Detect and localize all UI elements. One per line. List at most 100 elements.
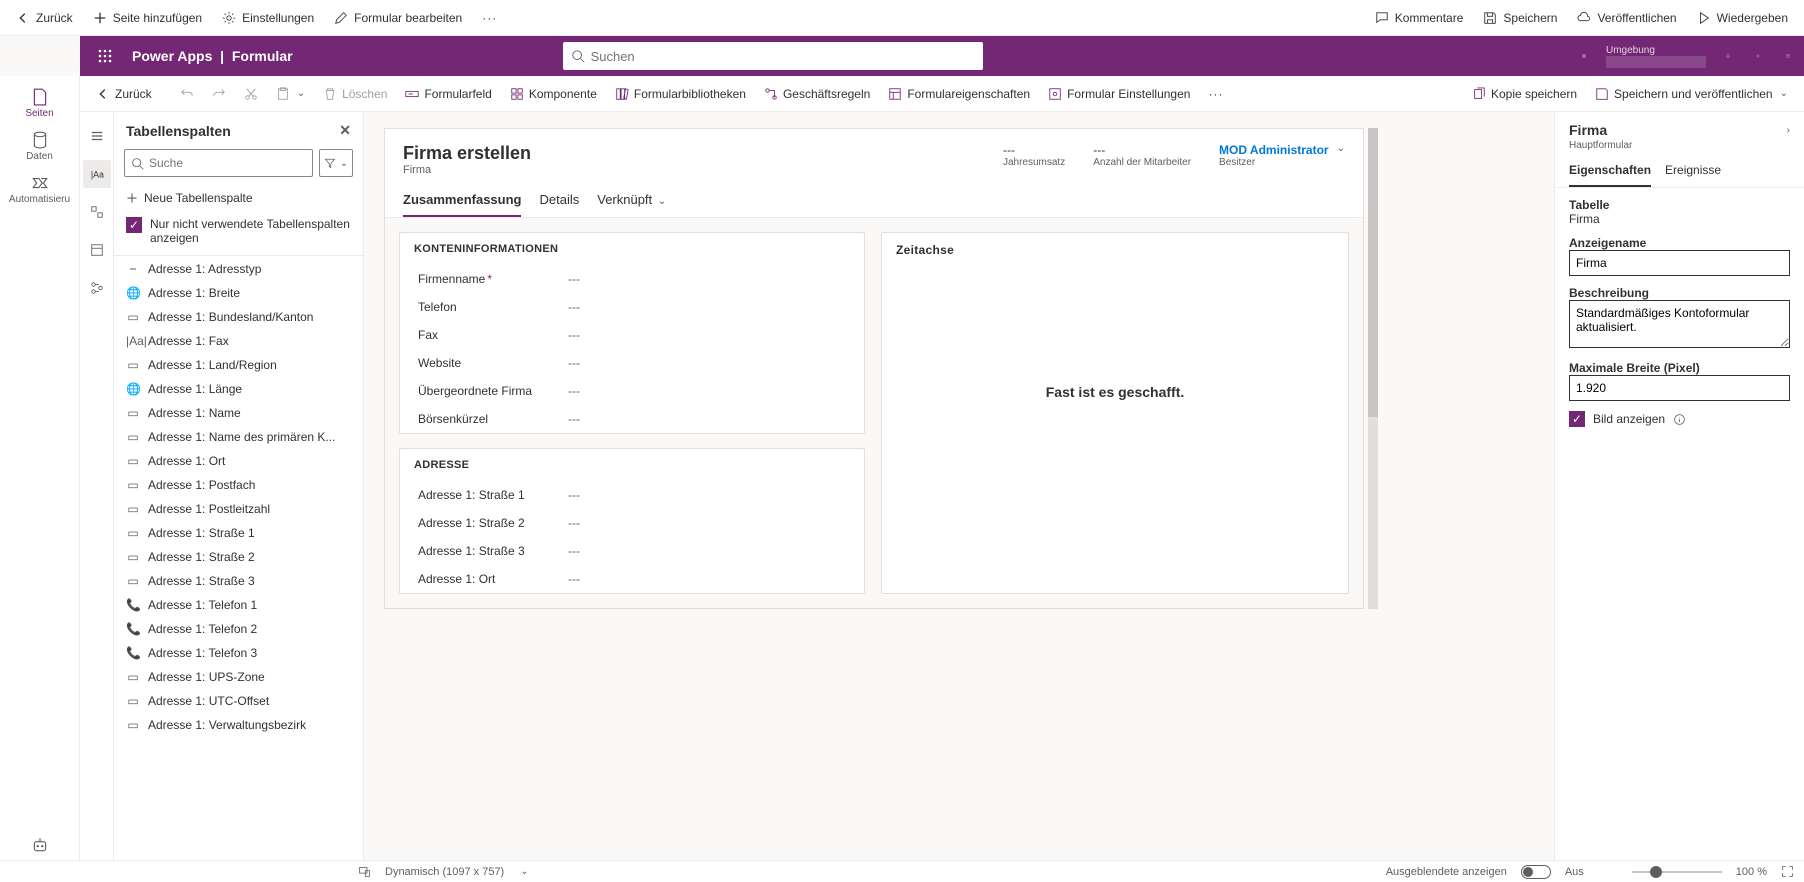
- form-field-row[interactable]: Börsenkürzel---: [400, 405, 864, 433]
- publish-button[interactable]: Veröffentlichen: [1569, 7, 1684, 29]
- hidden-toggle[interactable]: [1521, 865, 1551, 879]
- column-item[interactable]: 🌐Adresse 1: Länge: [114, 377, 363, 401]
- cmd-form-field[interactable]: Formularfeld: [397, 83, 499, 105]
- column-item[interactable]: |Aa|Adresse 1: Fax: [114, 329, 363, 353]
- column-item[interactable]: ▭Adresse 1: UPS-Zone: [114, 665, 363, 689]
- props-tab-events[interactable]: Ereignisse: [1665, 157, 1721, 187]
- tab-details[interactable]: Details: [539, 186, 579, 217]
- save-button[interactable]: Speichern: [1475, 7, 1565, 29]
- column-item[interactable]: 📞Adresse 1: Telefon 3: [114, 641, 363, 665]
- cmd-more[interactable]: ···: [1200, 83, 1231, 105]
- add-page-button[interactable]: Seite hinzufügen: [85, 7, 210, 29]
- column-item[interactable]: ▭Adresse 1: Postleitzahl: [114, 497, 363, 521]
- gear-icon[interactable]: [1750, 48, 1766, 64]
- column-item[interactable]: 📞Adresse 1: Telefon 1: [114, 593, 363, 617]
- column-item[interactable]: 🌐Adresse 1: Breite: [114, 281, 363, 305]
- prop-displayname-input[interactable]: [1569, 250, 1790, 276]
- form-field-row[interactable]: Adresse 1: Ort---: [400, 565, 864, 593]
- responsive-icon[interactable]: [358, 865, 371, 878]
- edit-form-button[interactable]: Formular bearbeiten: [326, 7, 470, 29]
- form-field-row[interactable]: Adresse 1: Straße 3---: [400, 537, 864, 565]
- column-type-icon: ▭: [126, 502, 140, 516]
- close-icon[interactable]: ✕: [339, 122, 351, 139]
- rail-automate[interactable]: Automatisieru: [4, 168, 76, 211]
- zoom-slider[interactable]: [1632, 871, 1722, 873]
- prop-maxwidth-input[interactable]: [1569, 375, 1790, 401]
- tool-components[interactable]: [83, 198, 111, 226]
- column-item[interactable]: ▭Adresse 1: Verwaltungsbezirk: [114, 713, 363, 737]
- header-field-employees[interactable]: --- Anzahl der Mitarbeiter: [1093, 143, 1191, 168]
- settings-button[interactable]: Einstellungen: [214, 7, 322, 29]
- column-item[interactable]: ▭Adresse 1: Bundesland/Kanton: [114, 305, 363, 329]
- canvas-scrollbar[interactable]: [1368, 128, 1378, 609]
- prop-description-input[interactable]: [1569, 300, 1790, 348]
- cmd-form-settings[interactable]: Formular Einstellungen: [1040, 83, 1198, 105]
- column-item[interactable]: ▭Adresse 1: Straße 3: [114, 569, 363, 593]
- header-field-revenue[interactable]: --- Jahresumsatz: [1003, 143, 1065, 168]
- column-label: Adresse 1: Ort: [148, 454, 225, 468]
- form-field-row[interactable]: Übergeordnete Firma---: [400, 377, 864, 405]
- search-box[interactable]: [563, 42, 983, 70]
- form-canvas[interactable]: Firma erstellen Firma --- Jahresumsatz -…: [364, 112, 1554, 860]
- back-button[interactable]: Zurück: [8, 7, 81, 29]
- column-search-input[interactable]: [149, 156, 306, 170]
- rail-data[interactable]: Daten: [4, 125, 76, 168]
- play-button[interactable]: Wiedergeben: [1689, 7, 1796, 29]
- comments-button[interactable]: Kommentare: [1367, 7, 1472, 29]
- new-column-button[interactable]: Neue Tabellenspalte: [114, 185, 363, 211]
- tab-related[interactable]: Verknüpft ⌄: [597, 186, 666, 217]
- form-field-row[interactable]: Fax---: [400, 321, 864, 349]
- filter-button[interactable]: ⌄: [319, 149, 353, 177]
- chevron-right-icon[interactable]: ›: [1787, 125, 1790, 136]
- fit-icon[interactable]: [1781, 865, 1794, 878]
- column-list[interactable]: ⎯Adresse 1: Adresstyp🌐Adresse 1: Breite▭…: [114, 255, 363, 860]
- form-field-row[interactable]: Website---: [400, 349, 864, 377]
- rail-bot[interactable]: [4, 830, 76, 860]
- form-field-row[interactable]: Telefon---: [400, 293, 864, 321]
- tool-tree[interactable]: [83, 236, 111, 264]
- column-item[interactable]: ▭Adresse 1: Straße 1: [114, 521, 363, 545]
- tab-summary[interactable]: Zusammenfassung: [403, 186, 521, 217]
- column-item[interactable]: 📞Adresse 1: Telefon 2: [114, 617, 363, 641]
- section-account-info[interactable]: KONTENINFORMATIONEN Firmenname*---Telefo…: [399, 232, 865, 434]
- app-launcher[interactable]: [88, 39, 122, 73]
- cmd-biz-rules[interactable]: Geschäftsregeln: [756, 83, 878, 105]
- section-address[interactable]: ADRESSE Adresse 1: Straße 1---Adresse 1:…: [399, 448, 865, 594]
- only-unused-checkbox[interactable]: ✓ Nur nicht verwendete Tabellenspalten a…: [114, 211, 363, 255]
- cmd-component[interactable]: Komponente: [502, 83, 605, 105]
- column-item[interactable]: ▭Adresse 1: Postfach: [114, 473, 363, 497]
- environment-picker[interactable]: Umgebung: [1606, 45, 1706, 68]
- form-field-row[interactable]: Adresse 1: Straße 2---: [400, 509, 864, 537]
- chevron-down-icon[interactable]: ⌄: [520, 866, 528, 877]
- chevron-down-icon[interactable]: ⌄: [1337, 143, 1345, 154]
- cmd-save-copy[interactable]: Kopie speichern: [1464, 83, 1585, 105]
- column-item[interactable]: ▭Adresse 1: Name: [114, 401, 363, 425]
- header-field-owner[interactable]: MOD Administrator Besitzer ⌄: [1219, 143, 1345, 168]
- column-item[interactable]: ⎯Adresse 1: Adresstyp: [114, 256, 363, 281]
- column-item[interactable]: ▭Adresse 1: Ort: [114, 449, 363, 473]
- column-item[interactable]: ▭Adresse 1: Straße 2: [114, 545, 363, 569]
- rail-pages[interactable]: Seiten: [4, 82, 76, 125]
- more-button[interactable]: ···: [474, 7, 505, 29]
- tool-hamburger[interactable]: [83, 122, 111, 150]
- section-timeline[interactable]: Zeitachse Fast ist es geschafft.: [881, 232, 1349, 594]
- cmd-form-props[interactable]: Formulareigenschaften: [880, 83, 1038, 105]
- cmd-save-publish[interactable]: Speichern und veröffentlichen ⌄: [1587, 83, 1796, 105]
- search-input[interactable]: [591, 49, 975, 64]
- form-field-row[interactable]: Adresse 1: Straße 1---: [400, 481, 864, 509]
- cmd-back[interactable]: Zurück: [88, 83, 160, 105]
- tool-libs[interactable]: [83, 274, 111, 302]
- column-item[interactable]: ▭Adresse 1: Land/Region: [114, 353, 363, 377]
- cmd-form-libs[interactable]: Formularbibliotheken: [607, 83, 754, 105]
- form-preview[interactable]: Firma erstellen Firma --- Jahresumsatz -…: [384, 128, 1364, 609]
- tool-columns[interactable]: |Aa|: [83, 160, 111, 188]
- column-type-icon: ▭: [126, 406, 140, 420]
- help-icon[interactable]: [1780, 48, 1796, 64]
- bell-icon[interactable]: [1720, 48, 1736, 64]
- prop-showimage-checkbox[interactable]: ✓ Bild anzeigen: [1569, 411, 1790, 427]
- column-item[interactable]: ▭Adresse 1: Name des primären K...: [114, 425, 363, 449]
- column-item[interactable]: ▭Adresse 1: UTC-Offset: [114, 689, 363, 713]
- props-tab-properties[interactable]: Eigenschaften: [1569, 157, 1651, 187]
- form-field-row[interactable]: Firmenname*---: [400, 265, 864, 293]
- column-search[interactable]: [124, 149, 313, 177]
